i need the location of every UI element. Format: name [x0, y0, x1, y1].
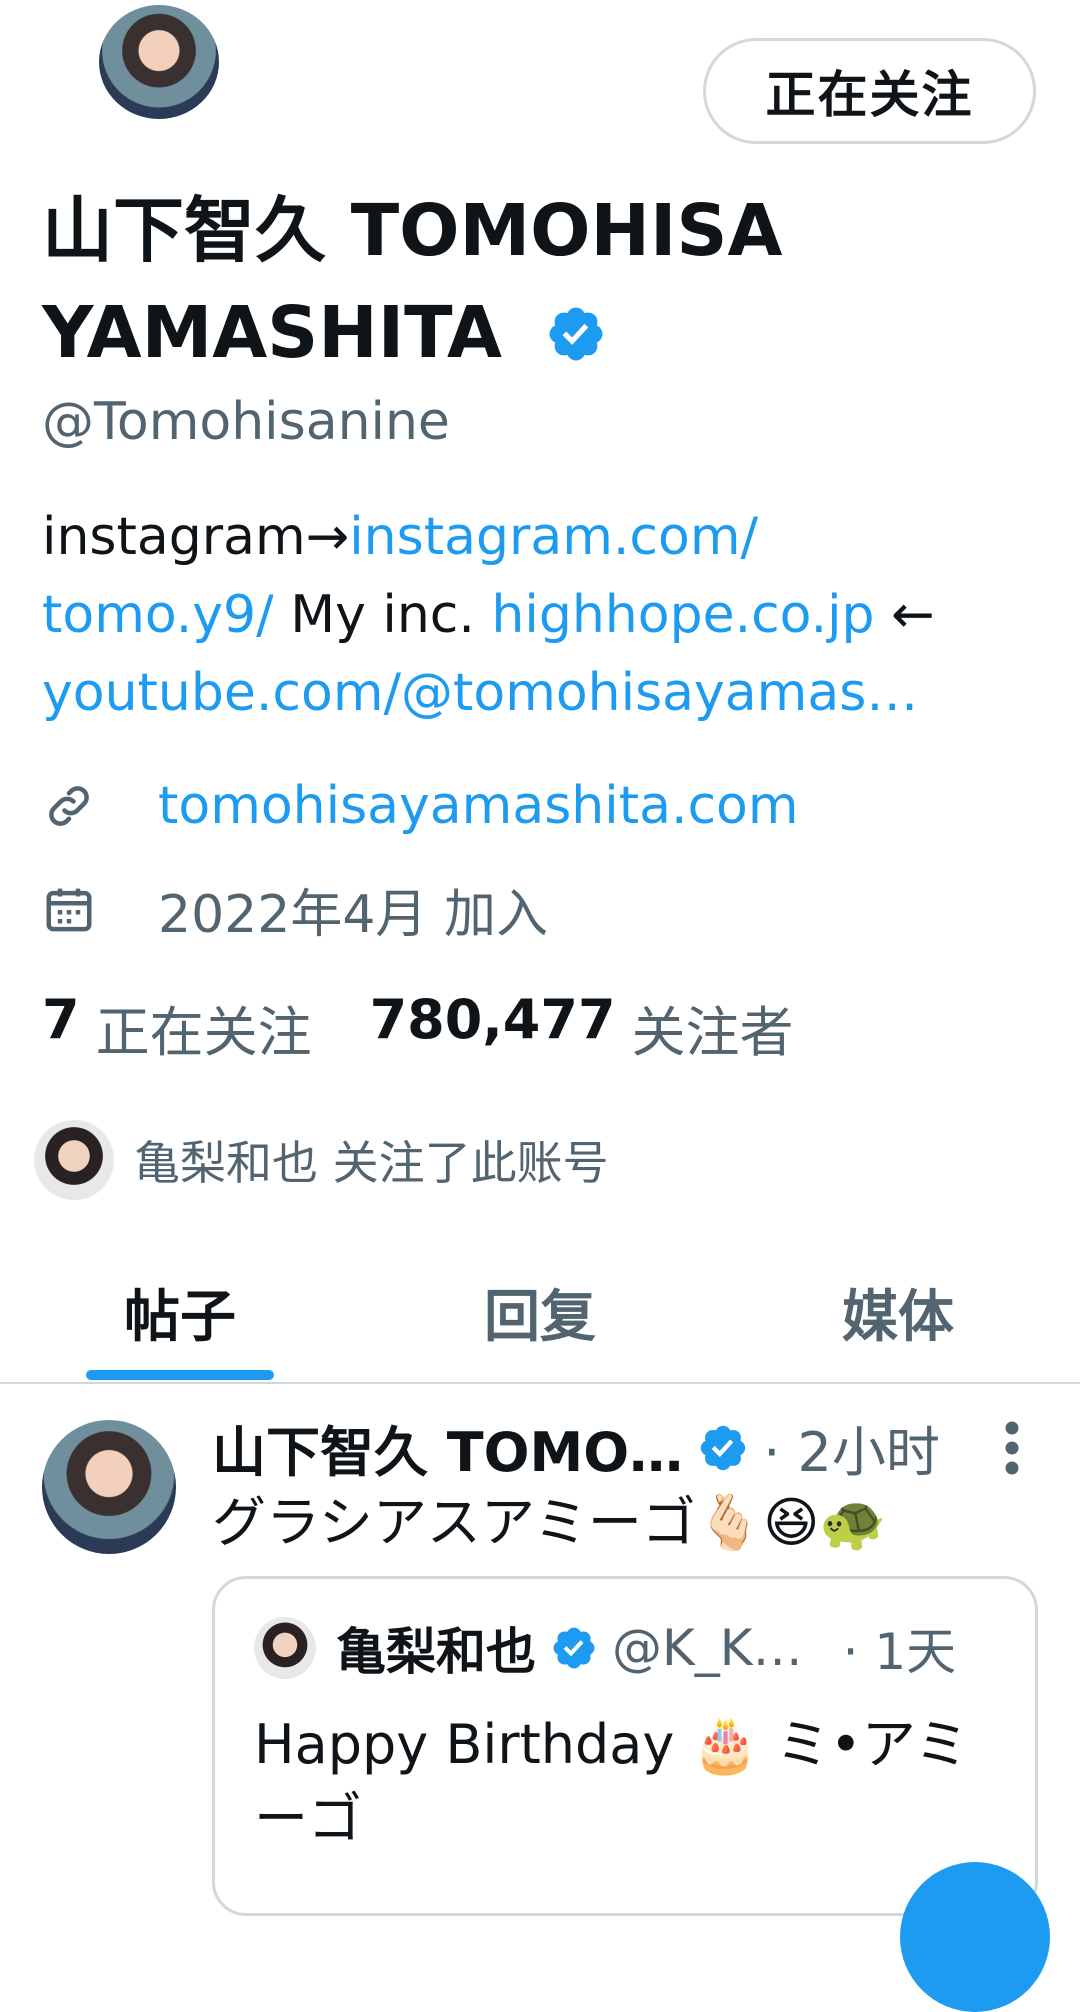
compose-button[interactable] — [900, 1862, 1050, 2012]
display-name-line1: 山下智久 TOMOHISA — [42, 189, 783, 272]
verified-badge-icon — [700, 1425, 746, 1470]
followers-count: 780,477 — [369, 988, 616, 1051]
profile-tabs: 帖子 回复 媒体 — [0, 1250, 1080, 1382]
bio-text-1: instagram→ — [42, 507, 350, 567]
quoted-author-name: 亀梨和也 — [336, 1623, 536, 1681]
tab-replies[interactable]: 回复 — [484, 1272, 596, 1353]
quoted-post-text: Happy Birthday 🎂 ミ•アミーゴ — [254, 1713, 969, 1850]
followed-by-avatar — [34, 1120, 114, 1200]
bio-link-instagram[interactable]: instagram.com/ — [349, 507, 758, 567]
followers-label: 关注者 — [631, 1001, 794, 1064]
tab-posts[interactable]: 帖子 — [124, 1272, 236, 1353]
profile-website-row: tomohisayamashita.com — [42, 776, 799, 836]
display-name-line2: YAMASHITA — [42, 282, 1002, 384]
profile-handle: @Tomohisanine — [42, 392, 450, 452]
bio-text-2: My inc. — [273, 585, 492, 645]
post-text: グラシアスアミーゴ🫰🏻😆🐢 — [212, 1491, 887, 1554]
quoted-author-avatar — [254, 1617, 316, 1679]
display-name-line2-text: YAMASHITA — [42, 291, 503, 374]
active-tab-indicator — [86, 1370, 274, 1380]
quoted-author-handle: @K_K… — [612, 1619, 803, 1677]
followers-stat[interactable]: 780,477 关注者 — [370, 988, 794, 1067]
bio-text-3: ← — [874, 585, 935, 645]
tab-media[interactable]: 媒体 — [842, 1272, 954, 1353]
link-icon — [49, 786, 89, 826]
calendar-icon — [46, 888, 92, 931]
verified-badge-icon — [553, 1627, 595, 1669]
bio-link-youtube[interactable]: youtube.com/@tomohisayamas… — [42, 663, 918, 723]
profile-bio: instagram→instagram.com/ tomo.y9/ My inc… — [42, 498, 1022, 732]
quoted-post-timestamp: · 1天 — [842, 1623, 957, 1681]
following-stat[interactable]: 7 正在关注 — [42, 988, 312, 1067]
profile-stats: 7 正在关注 780,477 关注者 — [42, 988, 852, 1067]
profile-joined-text: 2022年4月 加入 — [158, 885, 548, 945]
bio-link-instagram-2[interactable]: tomo.y9/ — [42, 585, 274, 645]
more-icon[interactable] — [1000, 1418, 1024, 1478]
profile-joined-row: 2022年4月 加入 — [42, 872, 548, 947]
post-author-avatar[interactable] — [42, 1420, 176, 1554]
followed-by-row[interactable]: 亀梨和也 关注了此账号 — [34, 1120, 609, 1200]
following-count: 7 — [42, 988, 80, 1051]
following-button[interactable]: 正在关注 — [703, 38, 1036, 144]
post-header: 山下智久 TOMO… · 2小时 — [212, 1408, 940, 1487]
profile-avatar[interactable] — [94, 0, 224, 124]
tabs-divider — [0, 1382, 1080, 1384]
following-label: 正在关注 — [95, 1001, 312, 1064]
profile-display-name: 山下智久 TOMOHISA YAMASHITA — [42, 180, 1002, 384]
quoted-post-header: 亀梨和也 @K_K… · 1天 — [254, 1612, 956, 1684]
profile-website-link[interactable]: tomohisayamashita.com — [158, 776, 799, 836]
bio-link-highhope[interactable]: highhope.co.jp — [491, 585, 874, 645]
post-author-name[interactable]: 山下智久 TOMO… — [212, 1408, 683, 1487]
post-timestamp[interactable]: · 2小时 — [763, 1408, 940, 1487]
verified-badge-icon — [549, 307, 603, 361]
followed-by-text: 亀梨和也 关注了此账号 — [134, 1136, 609, 1190]
